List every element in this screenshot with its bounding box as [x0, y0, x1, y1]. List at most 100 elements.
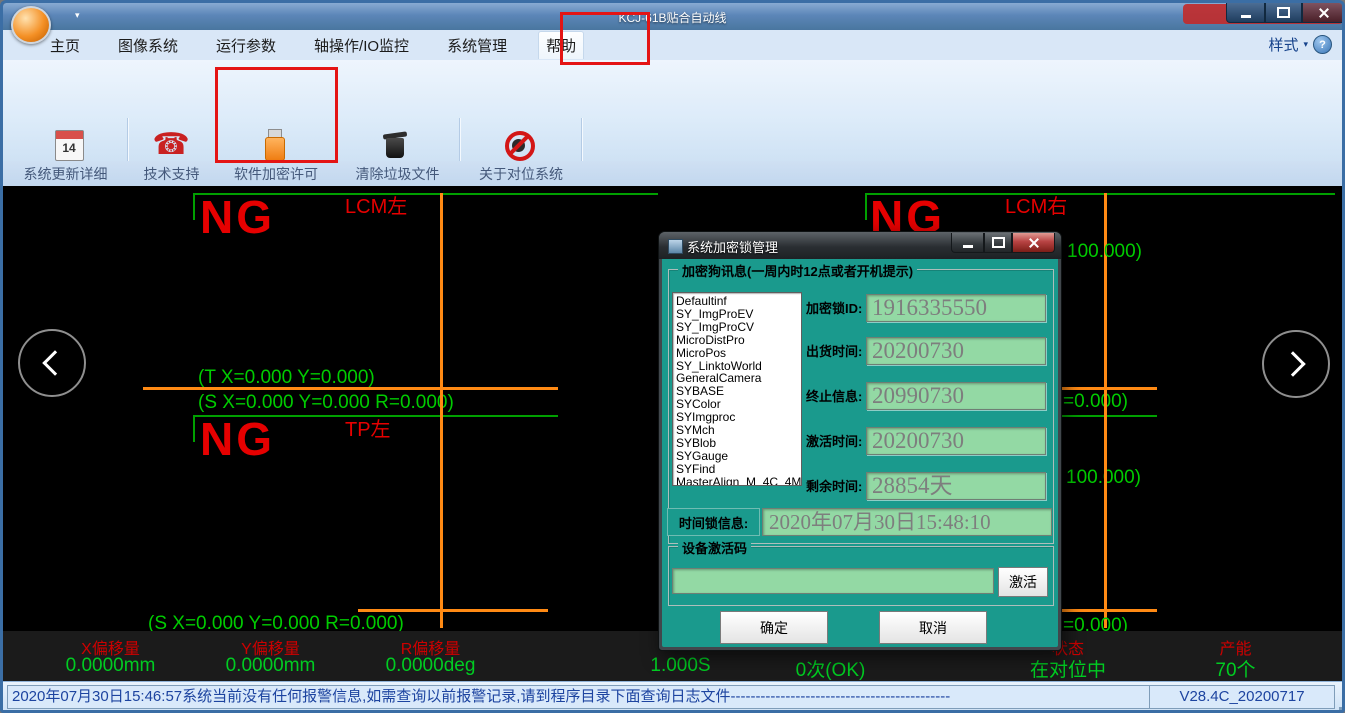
- field-value: 28854天: [866, 472, 1046, 500]
- metric-value: 0.0000mm: [28, 655, 193, 677]
- dialog-close-button[interactable]: [1012, 233, 1055, 253]
- metric-label: R偏移量: [348, 635, 513, 653]
- view-border-tick: [193, 415, 195, 442]
- tab-image-system[interactable]: 图像系统: [111, 32, 185, 59]
- metric-value: 在对位中: [988, 655, 1148, 677]
- annotation-box-help-tab: [560, 12, 650, 65]
- metric-value: 0.0000mm: [188, 655, 353, 677]
- group-caption: 关于对位系统: [461, 161, 581, 186]
- dialog-minimize-button[interactable]: [951, 233, 984, 253]
- dialog-titlebar[interactable]: 系统加密锁管理: [659, 232, 1061, 259]
- module-list-item[interactable]: MicroDistPro: [676, 334, 798, 347]
- chevron-left-icon: [42, 350, 67, 375]
- activation-code-input[interactable]: [672, 568, 994, 594]
- view-border-tick: [865, 193, 867, 220]
- next-view-button[interactable]: [1262, 330, 1330, 398]
- tab-run-params[interactable]: 运行参数: [209, 32, 283, 59]
- ribbon-tab-bar: 主页 图像系统 运行参数 轴操作/IO监控 系统管理 帮助: [3, 30, 1342, 61]
- crosshair-hline: [143, 387, 558, 390]
- crosshair-vline: [440, 387, 443, 628]
- group-caption: 软件加密许可: [217, 161, 335, 186]
- minimize-icon: [963, 245, 973, 248]
- ok-button[interactable]: 确定: [720, 611, 828, 644]
- status-message: 2020年07月30日15:46:57系统当前没有任何报警信息,如需查询以前报警…: [7, 685, 1153, 709]
- tab-system-mgmt[interactable]: 系统管理: [440, 32, 514, 59]
- chevron-right-icon: [1280, 351, 1305, 376]
- camera-label: LCM左: [345, 190, 407, 219]
- activate-button[interactable]: 激活: [998, 567, 1048, 597]
- encryption-lock-dialog: 系统加密锁管理 加密狗讯息(一周内时12点或者开机提示) DefaultinfS…: [658, 231, 1062, 651]
- field-label: 出货时间:: [806, 341, 866, 360]
- field-value: 20200730: [866, 337, 1046, 365]
- dialog-body: 加密狗讯息(一周内时12点或者开机提示) DefaultinfSY_ImgPro…: [662, 259, 1058, 647]
- metric-value: 70个: [1153, 655, 1318, 677]
- status-bar: 2020年07月30日15:46:57系统当前没有任何报警信息,如需查询以前报警…: [3, 681, 1342, 713]
- view-border-line: [1061, 415, 1157, 417]
- annotation-box-encryption-button: [215, 67, 338, 163]
- metric-value: 0次(OK): [748, 655, 913, 677]
- metric-label: X偏移量: [28, 635, 193, 653]
- close-icon: [1319, 8, 1329, 18]
- maximize-icon: [992, 237, 1005, 248]
- coord-fragment: 100.000): [1067, 241, 1142, 263]
- camera-label: LCM右: [1005, 190, 1067, 219]
- module-list-item[interactable]: SY_ImgProEV: [676, 308, 798, 321]
- module-list-item[interactable]: SYGauge: [676, 450, 798, 463]
- module-list-item[interactable]: SY_ImgProCV: [676, 321, 798, 334]
- group-label: 加密狗讯息(一周内时12点或者开机提示): [678, 261, 917, 280]
- group-caption: 技术支持: [129, 161, 214, 186]
- field-label: 剩余时间:: [806, 476, 866, 495]
- close-button[interactable]: [1302, 3, 1345, 23]
- crosshair-vline: [440, 193, 443, 389]
- module-list-item[interactable]: MasterAlign_M_4C_4M: [676, 476, 798, 486]
- dialog-icon: [668, 239, 683, 254]
- style-label[interactable]: 样式: [1268, 34, 1298, 55]
- application-window: ▾ KCJ-61B贴合自动线 主页 图像系统 运行参数 轴操作/IO监控 系统管…: [0, 0, 1345, 713]
- field-label: 加密锁ID:: [806, 298, 866, 317]
- prev-view-button[interactable]: [18, 329, 86, 397]
- field-label: 激活时间:: [806, 431, 866, 450]
- metric-label: Y偏移量: [188, 635, 353, 653]
- metric-label: 产能: [1153, 635, 1318, 653]
- dialog-title: 系统加密锁管理: [687, 237, 778, 256]
- module-list-item[interactable]: MicroPos: [676, 347, 798, 360]
- camera-label: TP左: [345, 413, 391, 442]
- tab-home[interactable]: 主页: [43, 32, 87, 59]
- ribbon-group-captions: 系统更新详细 技术支持 软件加密许可 清除垃圾文件 关于对位系统: [3, 161, 1342, 188]
- crosshair-hline: [1061, 387, 1157, 390]
- ng-status-text: NG: [200, 194, 275, 240]
- time-lock-label: 时间锁信息:: [667, 508, 760, 536]
- module-list-item[interactable]: Defaultinf: [676, 295, 798, 308]
- field-label: 终止信息:: [806, 386, 866, 405]
- ribbon-tabs: 主页 图像系统 运行参数 轴操作/IO监控 系统管理 帮助: [43, 30, 584, 60]
- minimize-icon: [1241, 15, 1251, 18]
- cancel-button[interactable]: 取消: [879, 611, 987, 644]
- prohibition-icon: [502, 128, 536, 162]
- version-label: V28.4C_20200717: [1149, 685, 1335, 709]
- calendar-icon: 14: [52, 128, 86, 162]
- window-controls: [1226, 3, 1345, 23]
- title-bar[interactable]: ▾ KCJ-61B贴合自动线: [3, 3, 1342, 30]
- close-icon: [1029, 238, 1039, 248]
- crosshair-vline: [1104, 193, 1107, 389]
- dialog-maximize-button[interactable]: [984, 233, 1012, 253]
- phone-icon: ☎: [154, 128, 188, 162]
- crosshair-vline: [1104, 387, 1107, 628]
- tab-axis-io[interactable]: 轴操作/IO监控: [307, 32, 416, 59]
- module-listbox[interactable]: DefaultinfSY_ImgProEVSY_ImgProCVMicroDis…: [672, 292, 802, 486]
- module-list-item[interactable]: SYFind: [676, 463, 798, 476]
- help-icon[interactable]: ?: [1313, 35, 1332, 54]
- app-logo-icon[interactable]: [11, 6, 51, 44]
- dialog-window-controls: [951, 233, 1055, 253]
- style-caret-icon[interactable]: ▾: [1303, 39, 1308, 50]
- ribbon-panel: 14 更新详情 ☎ 技术联系 加密管理 清除文件 关于: [3, 60, 1342, 161]
- t-offset-text: (T X=0.000 Y=0.000): [198, 367, 375, 389]
- module-list-item[interactable]: SYBlob: [676, 437, 798, 450]
- minimize-button[interactable]: [1226, 3, 1265, 23]
- crosshair-hline: [1061, 609, 1157, 612]
- maximize-button[interactable]: [1265, 3, 1302, 23]
- metric-value: 0.0000deg: [348, 655, 513, 677]
- resize-grip[interactable]: [1329, 701, 1339, 711]
- crosshair-hline: [358, 609, 548, 612]
- field-value: 20200730: [866, 427, 1046, 455]
